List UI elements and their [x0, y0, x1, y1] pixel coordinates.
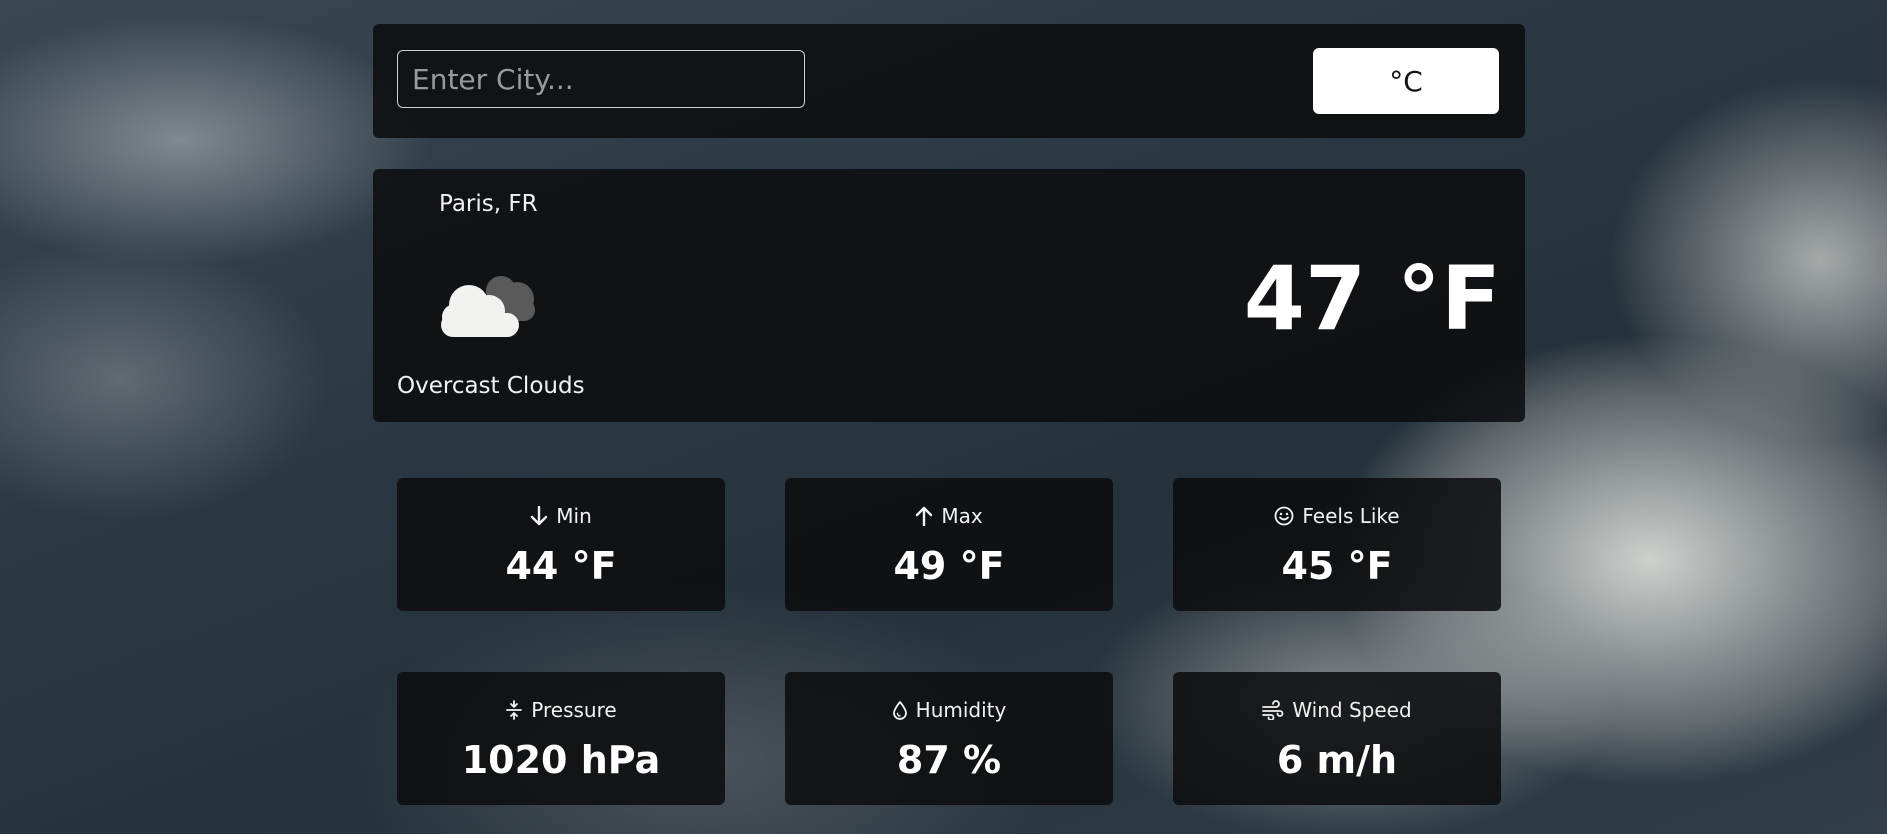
droplet-icon	[892, 701, 907, 720]
stat-value: 44 °F	[505, 544, 617, 588]
stat-value: 6 m/h	[1276, 738, 1398, 782]
humidity-card: Humidity 87 %	[785, 672, 1113, 805]
search-bar: °C	[373, 24, 1525, 138]
overcast-clouds-icon	[441, 276, 535, 337]
pressure-icon	[506, 700, 523, 720]
stat-value: 45 °F	[1281, 544, 1393, 588]
wind-icon	[1262, 700, 1284, 720]
feels-like-card: Feels Like 45 °F	[1173, 478, 1501, 611]
unit-toggle-button[interactable]: °C	[1313, 48, 1499, 114]
stat-label: Wind Speed	[1292, 698, 1412, 722]
stat-label: Max	[941, 504, 983, 528]
stat-value: 87 %	[896, 738, 1002, 782]
stat-label: Feels Like	[1302, 504, 1400, 528]
stat-label: Humidity	[915, 698, 1007, 722]
smile-icon	[1274, 506, 1294, 526]
arrow-down-icon	[531, 506, 548, 526]
stat-label: Min	[556, 504, 592, 528]
stat-value: 1020 hPa	[461, 738, 661, 782]
max-temp-card: Max 49 °F	[785, 478, 1113, 611]
stat-value: 49 °F	[893, 544, 1005, 588]
wind-speed-card: Wind Speed 6 m/h	[1173, 672, 1501, 805]
current-temperature: 47 °F	[1243, 247, 1501, 350]
stat-label: Pressure	[531, 698, 617, 722]
weather-condition: Overcast Clouds	[397, 373, 585, 399]
pressure-card: Pressure 1020 hPa	[397, 672, 725, 805]
location-name: Paris, FR	[439, 191, 538, 217]
min-temp-card: Min 44 °F	[397, 478, 725, 611]
arrow-up-icon	[916, 506, 933, 526]
city-search-input[interactable]	[397, 50, 805, 108]
current-weather-card: Paris, FR Overcast Clouds 47 °F	[373, 169, 1525, 422]
